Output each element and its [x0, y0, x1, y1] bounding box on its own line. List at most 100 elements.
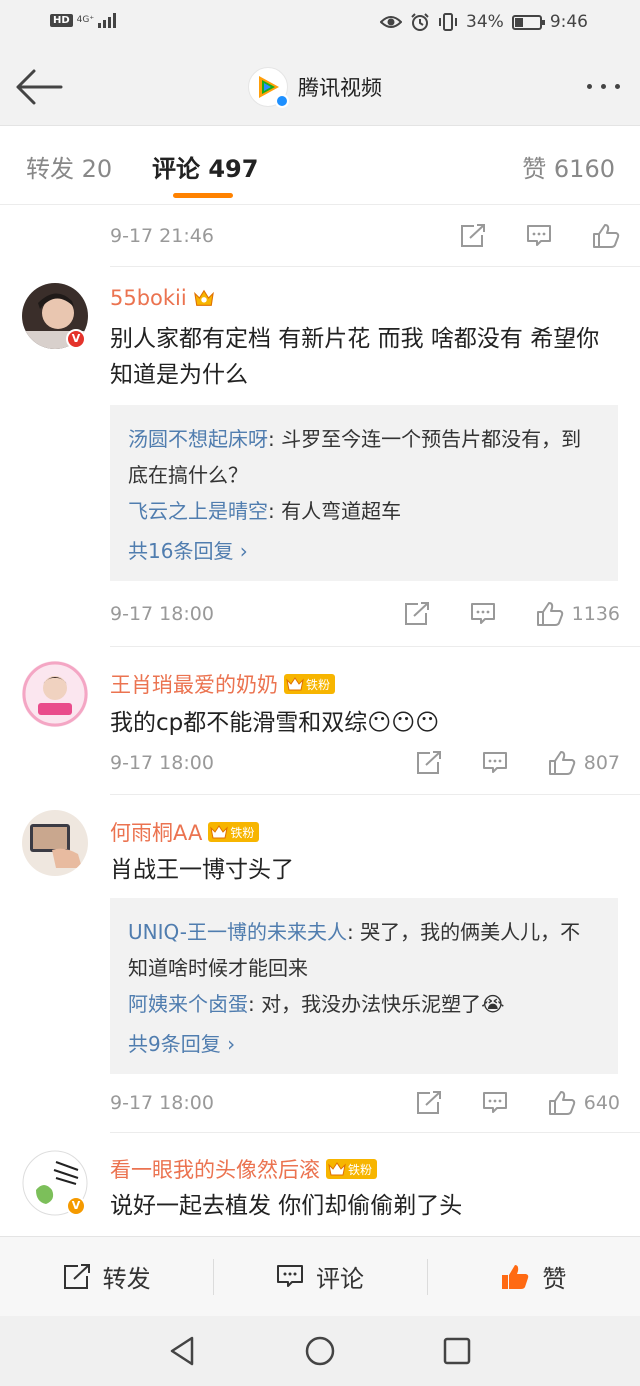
username-text: 何雨桐AA	[110, 821, 203, 845]
comment-icon	[482, 752, 507, 773]
thumbs-up-icon	[548, 751, 575, 775]
post-meta-row: 9-17 21:46	[110, 216, 620, 256]
reply-preview[interactable]: 汤圆不想起床呀: 斗罗至今连一个预告片都没有，到底在搞什么？ 飞云之上是晴空: …	[110, 405, 618, 581]
crown-icon	[210, 825, 229, 839]
member-crown-icon	[193, 289, 214, 306]
crown-icon	[286, 677, 304, 691]
comment-username[interactable]: 看一眼我的头像然后滚 铁粉	[110, 1154, 378, 1184]
username-text: 王肖琑最爱的奶奶	[110, 673, 278, 697]
reply-author[interactable]: 阿姨来个卤蛋	[128, 992, 248, 1016]
like-button[interactable]: 640	[548, 1090, 620, 1116]
share-button[interactable]	[460, 224, 486, 248]
repost-label: 转发	[102, 1265, 151, 1293]
reply-author[interactable]: 汤圆不想起床呀	[128, 427, 268, 451]
divider	[110, 1132, 640, 1133]
like-button[interactable]: 807	[548, 750, 620, 776]
comment-actions: 640	[416, 1090, 620, 1116]
signal-icon	[98, 12, 117, 28]
crown-icon	[328, 1162, 346, 1176]
reply-author[interactable]: 飞云之上是晴空	[128, 499, 268, 523]
comment-button[interactable]	[482, 1091, 508, 1115]
verified-badge-icon	[275, 94, 289, 108]
home-circle-icon[interactable]	[303, 1334, 337, 1368]
avatar-image	[22, 661, 88, 727]
alarm-icon	[411, 13, 429, 31]
comment-time: 9-17 18:00	[110, 603, 214, 625]
like-button[interactable]: 1136	[536, 601, 620, 627]
comment-label: 评论	[315, 1265, 364, 1293]
comment-button[interactable]	[482, 751, 508, 775]
more-options-icon[interactable]	[587, 84, 620, 89]
repost-button[interactable]: 转发	[0, 1237, 213, 1316]
share-icon	[416, 751, 441, 774]
reply-preview[interactable]: UNIQ-王一博的未来夫人: 哭了，我的俩美人儿，不知道啥时候才能回来 阿姨来个…	[110, 898, 618, 1074]
tab-bar: 转发 20 评论 497 赞 6160	[0, 127, 640, 205]
comment-username[interactable]: 王肖琑最爱的奶奶 铁粉	[110, 669, 336, 699]
reply-item: 阿姨来个卤蛋: 对，我没办法快乐泥塑了😭	[128, 986, 600, 1022]
comment-action-button[interactable]: 评论	[213, 1237, 426, 1316]
status-bar: HD 4G⁺ 34% 9:46	[0, 0, 640, 48]
divider	[110, 794, 640, 795]
share-button[interactable]	[416, 751, 442, 775]
reply-item: 飞云之上是晴空: 有人弯道超车	[128, 493, 600, 529]
comment-text: 我的cp都不能滑雪和双综😶😶😶	[110, 710, 440, 736]
comment-meta-row: 9-17 18:00 807	[110, 743, 620, 783]
comment-meta-row: 9-17 18:00 1136	[110, 594, 620, 634]
hd-badge: HD	[50, 13, 73, 27]
username-text: 55bokii	[110, 286, 187, 310]
comment-username[interactable]: 55bokii	[110, 286, 215, 310]
like-count: 807	[583, 752, 620, 774]
thumbs-up-icon	[593, 224, 620, 248]
like-count: 1136	[571, 603, 620, 625]
tab-likes[interactable]: 赞 6160	[522, 149, 615, 184]
more-replies-link[interactable]: 共9条回复 ›	[128, 1026, 600, 1062]
reply-item: UNIQ-王一博的未来夫人: 哭了，我的俩美人儿，不知道啥时候才能回来	[128, 914, 600, 986]
comment-icon	[276, 1264, 303, 1287]
share-icon	[416, 1091, 441, 1114]
reply-author[interactable]: UNIQ-王一博的未来夫人	[128, 920, 347, 944]
tab-repost[interactable]: 转发 20	[26, 149, 112, 184]
page-title: 腾讯视频	[298, 76, 382, 100]
avatar-image	[22, 810, 88, 876]
fan-badge-label: 铁粉	[348, 1162, 373, 1177]
more-replies-link[interactable]: 共16条回复 ›	[128, 533, 600, 569]
like-action-button[interactable]: 赞	[426, 1237, 640, 1316]
like-button[interactable]	[592, 223, 620, 249]
comment-username[interactable]: 何雨桐AA 铁粉	[110, 817, 260, 847]
back-triangle-icon[interactable]	[166, 1334, 200, 1368]
status-right: 34% 9:46	[380, 12, 588, 32]
vibrate-icon	[439, 13, 458, 31]
bottom-action-bar: 转发 评论 赞	[0, 1236, 640, 1316]
eye-icon	[380, 16, 403, 28]
username-text: 看一眼我的头像然后滚	[110, 1158, 320, 1182]
battery-percent: 34%	[466, 12, 504, 32]
share-icon	[461, 224, 485, 247]
system-nav-bar	[0, 1316, 640, 1386]
like-count: 640	[583, 1092, 620, 1114]
comment-feed[interactable]: 9-17 21:46 V 55bokii 别人家都有定档 有新片花 而我 啥都没…	[0, 206, 640, 1236]
battery-icon	[511, 14, 545, 30]
thumbs-up-filled-icon	[502, 1264, 529, 1289]
back-button[interactable]	[14, 65, 64, 109]
fan-badge: 铁粉	[284, 674, 336, 694]
fan-badge: 铁粉	[208, 822, 260, 842]
tab-comment[interactable]: 评论 497	[152, 149, 258, 184]
nav-bar: 腾讯视频	[0, 48, 640, 126]
reply-text: : 有人弯道超车	[268, 499, 402, 523]
active-tab-indicator	[173, 193, 233, 198]
account-header[interactable]: 腾讯视频	[248, 67, 382, 108]
share-button[interactable]	[404, 602, 430, 626]
comment-button[interactable]	[526, 224, 552, 248]
like-label: 赞	[542, 1265, 567, 1293]
share-icon	[404, 602, 429, 625]
comment-icon	[470, 603, 495, 624]
comment-button[interactable]	[470, 602, 496, 626]
avatar[interactable]	[22, 661, 88, 727]
share-button[interactable]	[416, 1091, 442, 1115]
tencent-video-logo	[248, 67, 289, 108]
comment-text: 别人家都有定档 有新片花 而我 啥都没有 希望你知道是为什么	[110, 326, 600, 388]
avatar[interactable]	[22, 810, 88, 876]
recents-square-icon[interactable]	[440, 1334, 474, 1368]
share-icon	[63, 1263, 90, 1289]
post-actions	[460, 223, 620, 249]
